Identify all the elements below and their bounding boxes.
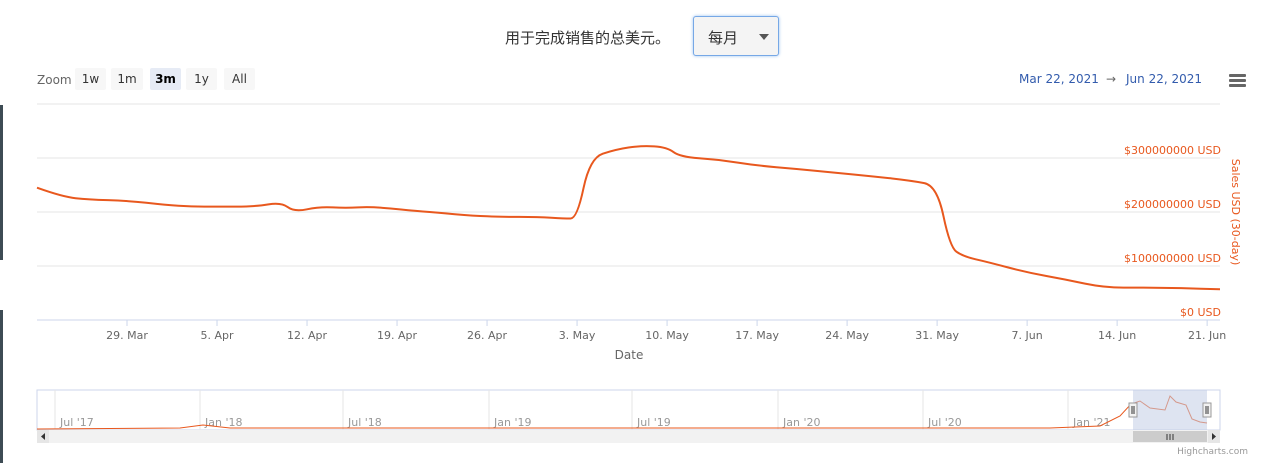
x-tick-label: 5. Apr <box>201 329 234 342</box>
zoom-button-3m[interactable]: 3m <box>150 68 181 90</box>
y-tick-label: $200000000 USD <box>1124 198 1221 211</box>
zoom-button-All[interactable]: All <box>224 68 255 90</box>
range-to-date[interactable]: Jun 22, 2021 <box>1125 72 1202 86</box>
zoom-button-label: 3m <box>155 72 176 86</box>
range-arrow: → <box>1106 72 1116 86</box>
plot-grid <box>37 103 1220 321</box>
zoom-button-label: 1w <box>82 72 100 86</box>
navigator-tick-label: Jul '19 <box>636 416 671 429</box>
x-tick-label: 10. May <box>645 329 689 342</box>
zoom-buttons: 1w 1m 3m 1y All <box>75 68 255 90</box>
x-tick-label: 3. May <box>559 329 596 342</box>
x-tick-label: 31. May <box>915 329 959 342</box>
hamburger-menu-icon[interactable] <box>1226 70 1250 92</box>
navigator[interactable]: Jul '17 Jan '18 Jul '18 Jan '19 Jul '19 Jan '… <box>36 389 1221 431</box>
zoom-button-1w[interactable]: 1w <box>75 68 106 90</box>
y-tick-label: $100000000 USD <box>1124 252 1221 265</box>
zoom-button-label: 1m <box>117 72 136 86</box>
x-tick-label: 19. Apr <box>377 329 417 342</box>
zoom-button-label: All <box>232 72 247 86</box>
navigator-tick-label: Jul '20 <box>927 416 962 429</box>
navigator-selection-mask[interactable] <box>1133 390 1207 430</box>
x-tick-label: 29. Mar <box>106 329 148 342</box>
navigator-right-handle[interactable] <box>1202 402 1212 418</box>
zoom-button-1m[interactable]: 1m <box>111 68 143 90</box>
x-tick-label: 24. May <box>825 329 869 342</box>
zoom-button-1y[interactable]: 1y <box>186 68 217 90</box>
x-tick-label: 21. Jun <box>1188 329 1226 342</box>
navigator-tick-label: Jan '19 <box>493 416 531 429</box>
x-axis-title: Date <box>615 348 644 362</box>
navigator-tick-label: Jul '17 <box>59 416 94 429</box>
y-tick-label: $300000000 USD <box>1124 144 1221 157</box>
stock-chart: Zoom 1w 1m 3m 1y All Mar 22, 2021 → Jun 22, … <box>36 68 1250 457</box>
x-axis-ticks: 29. Mar 5. Apr 12. Apr 19. Apr 26. Apr 3. May… <box>106 320 1226 342</box>
x-tick-label: 17. May <box>735 329 779 342</box>
zoom-label: Zoom <box>37 73 72 87</box>
x-tick-label: 26. Apr <box>467 329 507 342</box>
navigator-tick-label: Jul '18 <box>347 416 382 429</box>
y-axis-ticks: $0 USD $100000000 USD $200000000 USD $30000… <box>1124 144 1221 319</box>
x-tick-label: 14. Jun <box>1098 329 1136 342</box>
range-from-date[interactable]: Mar 22, 2021 <box>1019 72 1099 86</box>
highcharts-credit[interactable]: Highcharts.com <box>1177 447 1248 457</box>
x-tick-label: 12. Apr <box>287 329 327 342</box>
navigator-scrollbar[interactable] <box>37 430 1220 443</box>
zoom-button-label: 1y <box>194 72 209 86</box>
series-line-sales <box>36 145 1221 291</box>
navigator-left-handle[interactable] <box>1128 402 1138 418</box>
y-axis-title: Sales USD (30-day) <box>1229 159 1242 266</box>
x-tick-label: 7. Jun <box>1012 329 1043 342</box>
y-tick-label: $0 USD <box>1180 306 1221 319</box>
navigator-tick-label: Jan '20 <box>782 416 820 429</box>
